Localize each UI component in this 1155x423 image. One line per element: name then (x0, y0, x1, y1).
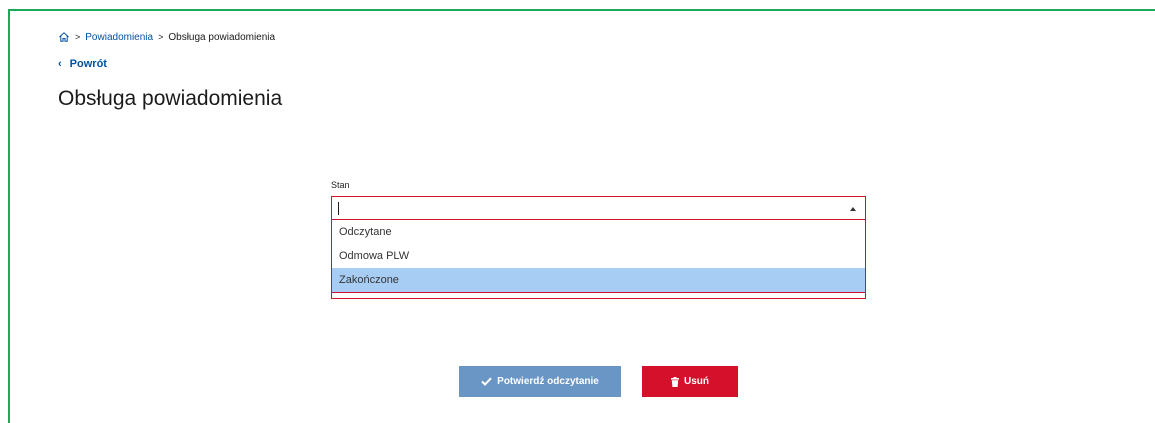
state-select[interactable]: Odczytane Odmowa PLW Zakończone (331, 196, 866, 299)
state-option-odczytane[interactable]: Odczytane (332, 220, 865, 244)
back-link[interactable]: ‹ Powrót (58, 58, 107, 70)
back-link-label: Powrót (69, 58, 107, 70)
chevron-left-icon: ‹ (58, 58, 62, 70)
state-options-list: Odczytane Odmowa PLW Zakończone (332, 220, 865, 292)
home-icon[interactable] (58, 31, 70, 43)
breadcrumb-separator: > (75, 32, 81, 42)
breadcrumb-item-powiadomienia[interactable]: Powiadomienia (85, 32, 153, 43)
chevron-up-icon[interactable] (850, 207, 856, 211)
delete-label: Usuń (684, 376, 709, 387)
state-option-odmowa-plw[interactable]: Odmowa PLW (332, 244, 865, 268)
state-field-label: Stan (331, 180, 350, 190)
page-title: Obsługa powiadomienia (58, 87, 283, 110)
breadcrumb: > Powiadomienia > Obsługa powiadomienia (58, 31, 275, 43)
text-caret (338, 202, 339, 215)
confirm-read-label: Potwierdź odczytanie (497, 376, 599, 387)
breadcrumb-item-current: Obsługa powiadomienia (168, 31, 276, 43)
trash-icon (671, 376, 679, 387)
state-option-zakonczone[interactable]: Zakończone (332, 268, 865, 292)
breadcrumb-separator: > (158, 32, 164, 42)
options-divider (332, 292, 865, 293)
confirm-read-button[interactable]: Potwierdź odczytanie (459, 366, 621, 397)
state-select-input[interactable] (332, 197, 865, 220)
delete-button[interactable]: Usuń (642, 366, 738, 397)
check-icon (481, 377, 492, 386)
